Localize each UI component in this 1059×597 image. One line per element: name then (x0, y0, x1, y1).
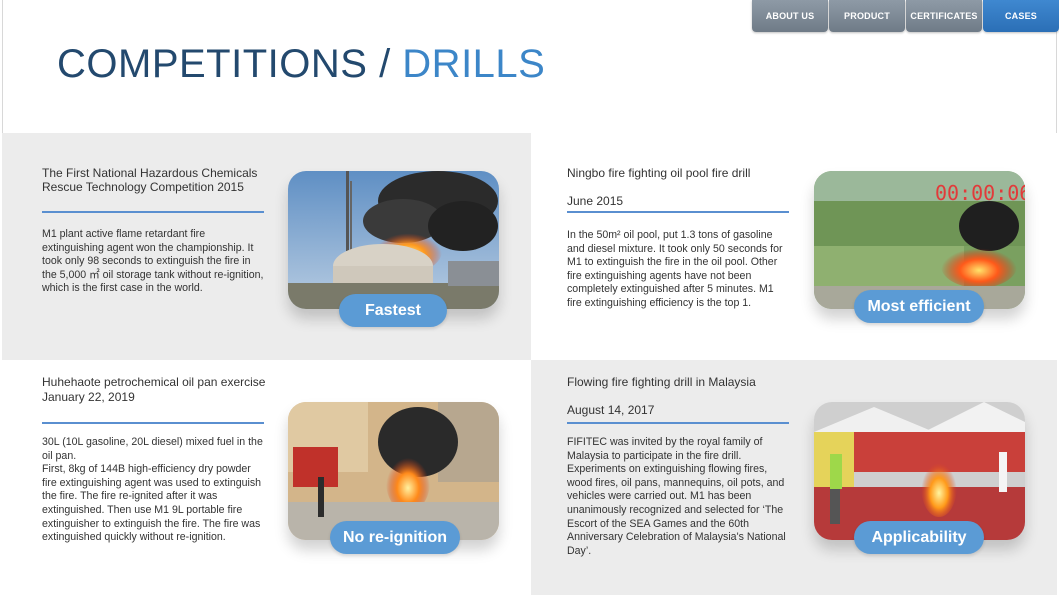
nav-tab-certificates[interactable]: CERTIFICATES (906, 0, 982, 32)
top-nav: ABOUT US PRODUCT CERTIFICATES CASES (751, 0, 1059, 32)
case-badge: No re-ignition (330, 521, 460, 554)
case-title: Flowing fire fighting drill in Malaysia (567, 375, 756, 389)
case-body: In the 50m² oil pool, put 1.3 tons of ga… (567, 229, 783, 309)
case-date: January 22, 2019 (42, 390, 135, 404)
oil-tank-fire-photo (288, 171, 499, 309)
case-badge: Applicability (854, 521, 984, 554)
case-body: M1 plant active flame retardant fire ext… (42, 228, 264, 295)
case-panel-3: Huhehaote petrochemical oil pan exercise… (2, 360, 531, 595)
timer-readout: 00:00:06 (935, 181, 1025, 205)
case-badge: Fastest (339, 294, 447, 327)
case-divider (42, 211, 264, 213)
page-title-part2: DRILLS (402, 42, 546, 86)
case-body: 30L (10L gasoline, 20L diesel) mixed fue… (42, 436, 263, 544)
case-title: Ningbo fire fighting oil pool fire drill (567, 166, 751, 180)
case-panel-1: The First National Hazardous Chemicals R… (2, 133, 531, 360)
case-divider (567, 422, 789, 424)
case-panel-4: Flowing fire fighting drill in Malaysia … (531, 360, 1057, 595)
case-date: August 14, 2017 (567, 403, 655, 417)
page-title: COMPETITIONS / DRILLS (57, 42, 545, 87)
case-title: Huhehaote petrochemical oil pan exercise (42, 375, 266, 389)
case-body: FIFITEC was invited by the royal family … (567, 436, 786, 557)
case-title: The First National Hazardous Chemicals R… (42, 166, 258, 194)
case-divider (567, 211, 789, 213)
case-divider (42, 422, 264, 424)
page-title-part1: COMPETITIONS / (57, 42, 403, 86)
nav-tab-about-us[interactable]: ABOUT US (752, 0, 828, 32)
flowing-fire-drill-photo (814, 402, 1025, 540)
nav-tab-cases[interactable]: CASES (983, 0, 1059, 32)
case-badge: Most efficient (854, 290, 984, 323)
case-panel-2: Ningbo fire fighting oil pool fire drill… (531, 133, 1057, 360)
nav-tab-product[interactable]: PRODUCT (829, 0, 905, 32)
case-date: June 2015 (567, 194, 624, 208)
oil-pan-fire-photo (288, 402, 499, 540)
